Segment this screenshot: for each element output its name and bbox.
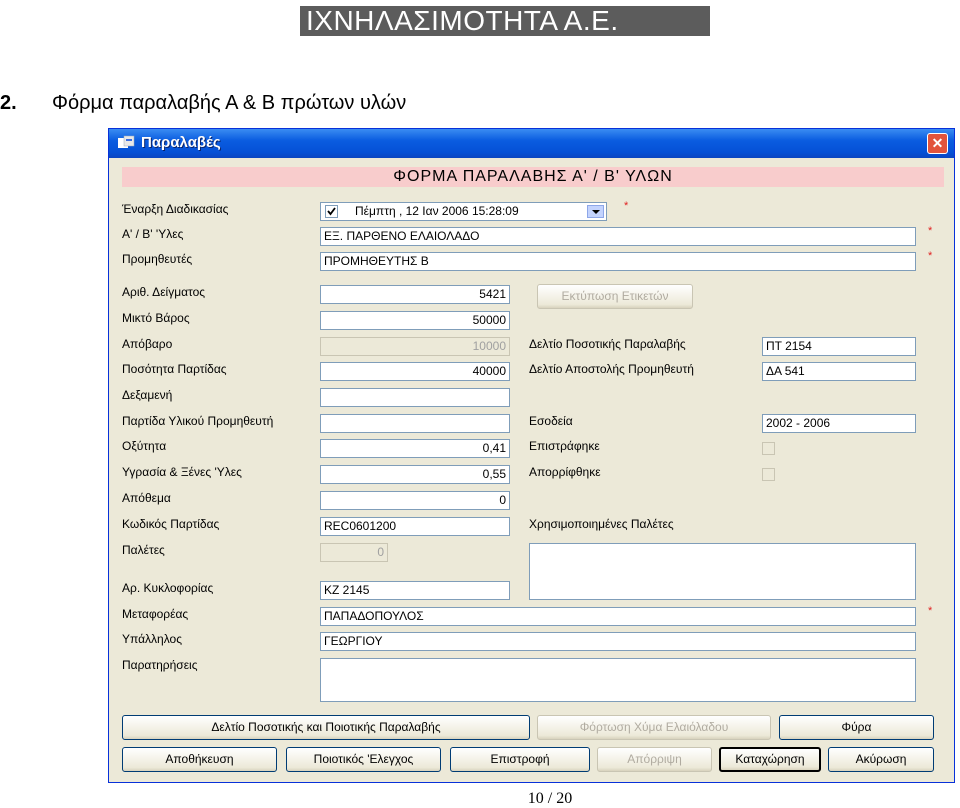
- label-stock: Απόθεμα: [122, 491, 171, 505]
- filter-button[interactable]: Φύρα: [779, 715, 934, 740]
- label-tank: Δεξαμενή: [122, 388, 173, 402]
- close-icon[interactable]: ✕: [927, 133, 948, 154]
- label-supplier: Προμηθευτές: [122, 252, 193, 266]
- tank-field[interactable]: [320, 388, 510, 407]
- start-datetime-picker[interactable]: Πέμπτη , 12 Ιαν 2006 15:28:09: [320, 202, 607, 221]
- label-humidity: Υγρασία & Ξένες 'Υλες: [122, 465, 242, 479]
- plate-no-field[interactable]: ΚΖ 2145: [320, 581, 510, 600]
- label-employee: Υπάλληλος: [122, 632, 182, 646]
- label-sample-no: Αριθ. Δείγματος: [122, 285, 206, 299]
- acidity-field[interactable]: 0,41: [320, 439, 510, 458]
- qty-quality-receipt-button[interactable]: Δελτίο Ποσοτικής και Ποιοτικής Παραλαβής: [122, 715, 530, 740]
- label-carrier: Μεταφορέας: [122, 607, 189, 621]
- label-fiscal-year: Εσοδεία: [529, 414, 573, 428]
- label-supplier-delivery: Δελτίο Αποστολής Προμηθευτή: [529, 362, 694, 376]
- window-titlebar: Παραλαβές ✕: [109, 129, 954, 158]
- returned-checkbox[interactable]: [762, 442, 775, 455]
- app-icon: [118, 135, 135, 148]
- supplier-batch-field[interactable]: [320, 414, 510, 433]
- employee-field[interactable]: ΓΕΩΡΓΙΟΥ: [320, 632, 916, 651]
- register-button[interactable]: Καταχώρηση: [719, 747, 821, 772]
- carrier-field[interactable]: ΠΑΠΑΔΟΠΟΥΛΟΣ: [320, 607, 916, 626]
- section-number: 2.: [0, 92, 17, 114]
- print-labels-button[interactable]: Εκτύπωση Ετικετών: [537, 284, 693, 309]
- supplier-field[interactable]: ΠΡΟΜΗΘΕΥΤΗΣ Β: [320, 252, 916, 271]
- label-notes: Παρατηρήσεις: [122, 658, 198, 672]
- window-title: Παραλαβές: [141, 134, 221, 151]
- label-batch-qty: Ποσότητα Παρτίδας: [122, 362, 227, 376]
- start-datetime-value: Πέμπτη , 12 Ιαν 2006 15:28:09: [355, 204, 519, 218]
- form-body: ΦΟΡΜΑ ΠΑΡΑΛΑΒΗΣ Α' / Β' ΥΛΩΝ Έναρξη Διαδ…: [112, 158, 951, 779]
- gross-weight-field[interactable]: 50000: [320, 311, 510, 330]
- cancel-button[interactable]: Ακύρωση: [828, 747, 934, 772]
- label-plate-no: Αρ. Κυκλοφορίας: [122, 581, 214, 595]
- quality-control-button[interactable]: Ποιοτικός 'Ελεγχος: [286, 747, 441, 772]
- required-marker: *: [624, 200, 629, 212]
- humidity-field[interactable]: 0,55: [320, 465, 510, 484]
- rejected-checkbox[interactable]: [762, 468, 775, 481]
- required-marker: *: [928, 250, 933, 262]
- section-title: Φόρμα παραλαβής Α & Β πρώτων υλών: [52, 92, 407, 114]
- used-pallets-list[interactable]: [529, 543, 916, 600]
- return-button[interactable]: Επιστροφή: [450, 747, 590, 772]
- sample-no-field[interactable]: 5421: [320, 285, 510, 304]
- materials-field[interactable]: ΕΞ. ΠΑΡΘΕΝΟ ΕΛΑΙΟΛΑΔΟ: [320, 227, 916, 246]
- tare-field: 10000: [320, 337, 510, 356]
- supplier-delivery-field[interactable]: ΔΑ 541: [762, 362, 916, 381]
- label-materials: Α' / Β' 'Υλες: [122, 227, 184, 241]
- qty-receipt-field[interactable]: ΠΤ 2154: [762, 337, 916, 356]
- chevron-down-icon[interactable]: [587, 205, 604, 218]
- stock-field[interactable]: 0: [320, 491, 510, 510]
- form-title: ΦΟΡΜΑ ΠΑΡΑΛΑΒΗΣ Α' / Β' ΥΛΩΝ: [122, 167, 944, 187]
- load-bulk-button[interactable]: Φόρτωση Χύμα Ελαιόλαδου: [537, 715, 771, 740]
- fiscal-year-field[interactable]: 2002 - 2006: [762, 414, 916, 433]
- label-start: Έναρξη Διαδικασίας: [122, 202, 229, 216]
- checkmark-icon: [327, 207, 336, 216]
- batch-code-field[interactable]: REC0601200: [320, 517, 510, 536]
- required-marker: *: [928, 225, 933, 237]
- document-header-banner: ΙΧΝΗΛΑΣΙΜΟΤΗΤΑ Α.Ε.: [300, 6, 710, 36]
- label-rejected: Απορρίφθηκε: [529, 465, 601, 479]
- label-supplier-batch: Παρτίδα Υλικού Προμηθευτή: [122, 414, 274, 428]
- pallets-field: 0: [320, 543, 388, 562]
- label-returned: Επιστράφηκε: [529, 439, 600, 453]
- batch-qty-field[interactable]: 40000: [320, 362, 510, 381]
- save-button[interactable]: Αποθήκευση: [122, 747, 277, 772]
- label-qty-receipt: Δελτίο Ποσοτικής Παραλαβής: [529, 337, 686, 351]
- label-used-pallets: Χρησιμοποιημένες Παλέτες: [529, 517, 674, 531]
- label-gross-weight: Μικτό Βάρος: [122, 311, 190, 325]
- start-enabled-checkbox[interactable]: [325, 205, 338, 218]
- reject-button[interactable]: Απόρριψη: [597, 747, 712, 772]
- notes-textarea[interactable]: [320, 658, 916, 702]
- label-pallets: Παλέτες: [122, 543, 165, 557]
- label-acidity: Οξύτητα: [122, 439, 167, 453]
- required-marker: *: [928, 605, 933, 617]
- label-tare: Απόβαρο: [122, 337, 173, 351]
- page-number: 10 / 20: [527, 790, 573, 807]
- label-batch-code: Κωδικός Παρτίδας: [122, 517, 220, 531]
- receipts-window: Παραλαβές ✕ ΦΟΡΜΑ ΠΑΡΑΛΑΒΗΣ Α' / Β' ΥΛΩΝ…: [108, 128, 955, 783]
